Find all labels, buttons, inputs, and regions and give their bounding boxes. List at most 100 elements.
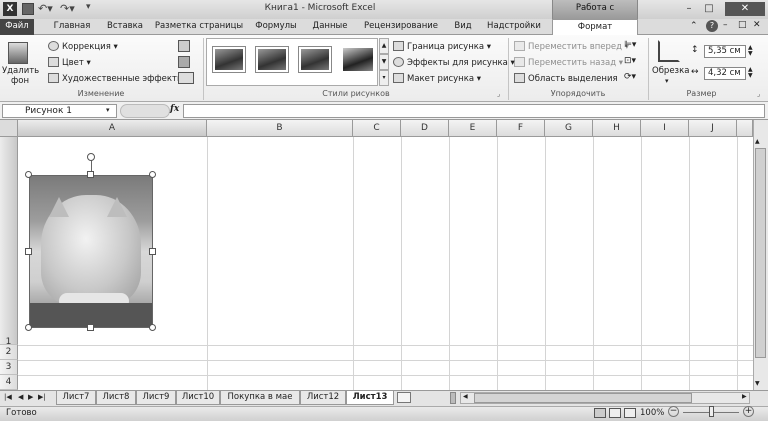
tab-data[interactable]: Данные	[307, 19, 353, 35]
compress-pictures-icon[interactable]	[178, 40, 190, 52]
column-header-b[interactable]: B	[207, 120, 353, 137]
resize-handle-bottom-right[interactable]	[149, 324, 156, 331]
normal-view-icon[interactable]	[594, 408, 606, 418]
picture-border-button[interactable]: Граница рисунка ▾	[393, 40, 491, 54]
column-header-j[interactable]: J	[689, 120, 737, 137]
maximize-button[interactable]: □	[700, 2, 718, 16]
scrollbar-thumb[interactable]	[755, 148, 766, 358]
resize-handle-bottom-left[interactable]	[25, 324, 32, 331]
tab-addins[interactable]: Надстройки	[484, 19, 544, 35]
column-header-a[interactable]: A	[18, 120, 207, 137]
sheet-tab[interactable]: Лист9	[136, 391, 176, 405]
sheet-nav-first-icon[interactable]: |◀	[4, 393, 12, 401]
formula-expand-handle[interactable]	[120, 104, 170, 118]
zoom-slider-thumb[interactable]	[709, 406, 714, 417]
sheet-nav-last-icon[interactable]: ▶|	[38, 393, 46, 401]
resize-handle-left[interactable]	[25, 248, 32, 255]
sheet-tab[interactable]: Лист8	[96, 391, 136, 405]
tab-format[interactable]: Формат	[552, 19, 638, 36]
zoom-level[interactable]: 100%	[640, 408, 664, 418]
column-header-h[interactable]: H	[593, 120, 641, 137]
scroll-up-icon[interactable]: ▲	[755, 138, 760, 145]
width-input[interactable]: 4,32 см	[704, 67, 746, 80]
crop-icon[interactable]	[658, 40, 680, 62]
reset-picture-icon[interactable]	[178, 72, 194, 84]
horizontal-scrollbar-thumb[interactable]	[474, 393, 692, 403]
formula-input[interactable]	[183, 104, 765, 118]
column-header-e[interactable]: E	[449, 120, 497, 137]
tab-view[interactable]: Вид	[448, 19, 478, 35]
row-header-4[interactable]: 4	[0, 375, 18, 390]
doc-close-icon[interactable]: ✕	[753, 20, 761, 30]
correction-button[interactable]: Коррекция ▾	[48, 40, 118, 54]
scroll-left-icon[interactable]: ◀	[463, 393, 468, 400]
sheet-tab[interactable]: Лист10	[176, 391, 220, 405]
resize-handle-top-right[interactable]	[149, 171, 156, 178]
tab-review[interactable]: Рецензирование	[360, 19, 442, 35]
close-button[interactable]: ✕	[725, 2, 765, 16]
send-backward-button[interactable]: Переместить назад ▾	[514, 56, 623, 70]
column-header-i[interactable]: I	[641, 120, 689, 137]
gallery-more-icon[interactable]: ▾	[379, 70, 389, 86]
tab-page-layout[interactable]: Разметка страницы	[153, 19, 245, 35]
sheet-tab-active[interactable]: Лист13	[346, 391, 394, 405]
scroll-down-icon[interactable]: ▼	[755, 380, 760, 387]
ribbon-minimize-icon[interactable]: ⌃	[690, 21, 698, 31]
selection-pane-button[interactable]: Область выделения	[514, 72, 618, 86]
style-thumb-2[interactable]	[255, 46, 289, 73]
tab-split-handle[interactable]	[450, 392, 456, 404]
remove-background-icon[interactable]	[8, 42, 28, 64]
sheet-tab[interactable]: Лист12	[300, 391, 346, 405]
column-header-f[interactable]: F	[497, 120, 545, 137]
help-icon[interactable]: ?	[706, 20, 718, 32]
dialog-launcher-icon[interactable]: ⌟	[497, 90, 500, 98]
doc-minimize-icon[interactable]: –	[723, 20, 728, 30]
color-button[interactable]: Цвет ▾	[48, 56, 91, 70]
sheet-tab[interactable]: Лист7	[56, 391, 96, 405]
resize-handle-bottom[interactable]	[87, 324, 94, 331]
column-header-g[interactable]: G	[545, 120, 593, 137]
page-layout-view-icon[interactable]	[609, 408, 621, 418]
row-header-2[interactable]: 2	[0, 345, 18, 360]
minimize-button[interactable]: –	[680, 2, 698, 16]
change-picture-icon[interactable]	[178, 56, 190, 68]
align-icon[interactable]: ⊫▾	[624, 40, 636, 50]
column-header-c[interactable]: C	[353, 120, 401, 137]
sheet-tab[interactable]: Покупка в мае	[220, 391, 300, 405]
page-break-view-icon[interactable]	[624, 408, 636, 418]
scroll-right-icon[interactable]: ▶	[742, 393, 747, 400]
name-box[interactable]: Рисунок 1	[2, 104, 117, 118]
picture-effects-button[interactable]: Эффекты для рисунка ▾	[393, 56, 515, 70]
gallery-scroll-up-icon[interactable]: ▲	[379, 38, 389, 54]
bring-forward-button[interactable]: Переместить вперед ▾	[514, 40, 629, 54]
sheet-nav-next-icon[interactable]: ▶	[28, 393, 33, 401]
size-dialog-launcher-icon[interactable]: ⌟	[757, 90, 760, 98]
resize-handle-top[interactable]	[87, 171, 94, 178]
rotation-handle[interactable]	[87, 153, 95, 161]
width-spinner[interactable]: ▲ ▼	[748, 67, 753, 79]
worksheet-grid[interactable]: A B C D E F G H I J 1 2 3 4	[0, 120, 768, 390]
rotate-icon[interactable]: ⟳▾	[624, 72, 636, 82]
tab-file[interactable]: Файл	[0, 19, 34, 35]
tab-insert[interactable]: Вставка	[102, 19, 148, 35]
resize-handle-right[interactable]	[149, 248, 156, 255]
column-header-d[interactable]: D	[401, 120, 449, 137]
row-header-3[interactable]: 3	[0, 360, 18, 375]
tab-home[interactable]: Главная	[50, 19, 94, 35]
select-all-corner[interactable]	[0, 120, 18, 137]
doc-restore-icon[interactable]: □	[738, 20, 747, 30]
gallery-scroll-down-icon[interactable]: ▼	[379, 54, 389, 70]
zoom-out-button[interactable]: −	[668, 406, 679, 417]
remove-background-button[interactable]: Удалить фон	[2, 66, 39, 86]
picture-layout-button[interactable]: Макет рисунка ▾	[393, 72, 481, 86]
insert-sheet-icon[interactable]	[397, 392, 411, 403]
row-header-1[interactable]: 1	[0, 137, 18, 347]
crop-dropdown-icon[interactable]: ▾	[665, 77, 669, 85]
crop-button[interactable]: Обрезка	[652, 66, 689, 76]
height-spinner[interactable]: ▲ ▼	[748, 45, 753, 57]
height-input[interactable]: 5,35 см	[704, 45, 746, 58]
group-objects-icon[interactable]: ⊡▾	[624, 56, 636, 66]
style-thumb-1[interactable]	[212, 46, 246, 73]
insert-function-button[interactable]: fx	[170, 104, 179, 114]
resize-handle-top-left[interactable]	[25, 171, 32, 178]
